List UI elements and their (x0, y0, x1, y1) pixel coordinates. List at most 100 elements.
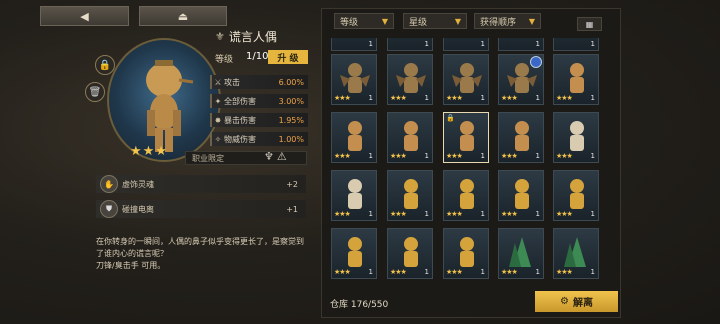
gold-item-icon (452, 235, 482, 269)
chevron-down-icon: ▼ (454, 16, 461, 26)
hero-stars: ★★★ (130, 144, 168, 159)
item-stars: ★★★ (390, 94, 407, 102)
inventory-item-card[interactable]: ★★★ 1 (387, 228, 433, 279)
item-stars: ★★★ (390, 268, 407, 276)
inventory-item-card[interactable]: 1 (443, 38, 489, 51)
item-level: 1 (480, 152, 485, 160)
inventory-item-card[interactable]: ★★★ 1 (443, 228, 489, 279)
grid-view-button[interactable]: ▦ (577, 17, 602, 31)
item-stars: ★★★ (556, 268, 573, 276)
item-level: 1 (368, 152, 373, 160)
lock-icon: 🔒 (98, 59, 112, 71)
item-stars: ★★★ (390, 152, 407, 160)
gold-item-icon (452, 177, 482, 211)
inventory-item-card[interactable]: ★★★ 1 (387, 54, 433, 105)
stat-row-attack: ⚔ 攻击 6.00% (210, 75, 308, 89)
stat-row-physical: ✧ 物威伤害 1.00% (210, 132, 308, 146)
item-stars: ★★★ (334, 94, 351, 102)
level-label: 等级 (215, 55, 234, 65)
inventory-item-card[interactable]: ★★★ 1 (553, 54, 599, 105)
level-value: 1/10 (246, 51, 269, 62)
hero-name-text: 谎言人偶 (228, 30, 277, 44)
item-stars: ★★★ (556, 210, 573, 218)
hero-description: 在你转身的一瞬间，人偶的鼻子似乎变得更长了，是察觉到了谁内心的谎言呢？ 刀锋/臭… (96, 237, 304, 270)
inventory-item-card[interactable]: ★★★ 1 (498, 170, 544, 221)
stat-value: 3.00% (278, 96, 304, 106)
item-stars: ★★★ (446, 210, 463, 218)
stat-row-all-damage: ✦ 全部伤害 3.00% (210, 94, 308, 108)
dropdown-label: 等级 (340, 17, 359, 28)
physical-icon: ✧ (214, 134, 222, 144)
inventory-item-card[interactable]: ★★★ 1 (331, 54, 377, 105)
item-level: 1 (368, 268, 373, 276)
inventory-item-card[interactable]: ★★★ 1 (443, 170, 489, 221)
item-stars: ★★★ (446, 268, 463, 276)
skill-row-2[interactable]: ⛊ 碰撞电离 +1 (96, 200, 306, 218)
dropdown-label: 获得顺序 (480, 17, 517, 28)
dismantle-icon: ⚙ (560, 296, 569, 307)
inventory-item-card[interactable]: ★★★ 1 (331, 228, 377, 279)
inventory-item-card[interactable]: ★★★ 1 (331, 112, 377, 163)
item-stars: ★★★ (446, 94, 463, 102)
sort-acquire-dropdown[interactable]: 获得顺序 ▼ (474, 13, 541, 29)
item-level: 1 (480, 210, 485, 218)
lock-button[interactable]: 🔒 (95, 55, 115, 75)
inventory-item-card[interactable]: ★★★ 1 (553, 170, 599, 221)
skill-shield-icon: ⛊ (100, 200, 118, 218)
item-stars: ★★★ (334, 268, 351, 276)
skill-row-1[interactable]: ✋ 虚饰灵魂 +2 (96, 175, 306, 193)
puppet-item-icon (340, 119, 370, 153)
inventory-item-card[interactable]: ★★★ 1 (387, 170, 433, 221)
inventory-item-card[interactable]: 1 (331, 38, 377, 51)
inventory-item-card[interactable]: ★★★ 1 (331, 170, 377, 221)
inventory-item-card[interactable]: ★★★ 1 🔒 (443, 112, 489, 163)
wing-item-icon (396, 61, 426, 95)
item-stars: ★★★ (501, 152, 518, 160)
all-damage-icon: ✦ (214, 96, 222, 106)
inventory-item-card[interactable]: ★★★ 1 (498, 112, 544, 163)
puppet-item-icon (452, 119, 482, 153)
item-level: 1 (590, 94, 595, 102)
wing-item-icon (452, 61, 482, 95)
upgrade-button[interactable]: 升 级 (268, 50, 308, 64)
item-level: 1 (535, 94, 540, 102)
inventory-item-card[interactable]: ★★★ 1 (498, 228, 544, 279)
item-level: 1 (368, 40, 373, 48)
item-stars: ★★★ (334, 210, 351, 218)
lock-icon: 🔒 (446, 114, 455, 122)
item-level: 1 (590, 152, 595, 160)
inventory-item-card[interactable]: ★★★ 1 (443, 54, 489, 105)
class-emblem-icon: ⚜ (215, 30, 225, 43)
item-stars: ★★★ (390, 210, 407, 218)
delete-button[interactable]: 🗑 (85, 82, 105, 102)
stat-value: 1.95% (278, 115, 304, 125)
inventory-item-card[interactable]: 1 (498, 38, 544, 51)
skill-name: 碰撞电离 (122, 204, 154, 214)
inventory-item-card[interactable]: ★★★ 1 (553, 112, 599, 163)
statue-item-icon (562, 119, 592, 153)
home-button[interactable]: ⏏ (139, 6, 227, 26)
new-badge-icon (530, 56, 542, 68)
inventory-item-card[interactable]: ★★★ 1 (553, 228, 599, 279)
item-level: 1 (424, 268, 429, 276)
sort-star-dropdown[interactable]: 星级 ▼ (403, 13, 467, 29)
inventory-grid[interactable]: 1 1 1 1 1 ★★★ 1 ★★★ 1 ★★★ 1 ★★★ 1 ★★★ 1 ★★★ 1 ★★★ 1 ★★★ 1 🔒 ★★… (331, 38, 609, 288)
statue-item-icon (340, 177, 370, 211)
item-stars: ★★★ (556, 94, 573, 102)
wing-item-icon (340, 61, 370, 95)
sort-level-dropdown[interactable]: 等级 ▼ (334, 13, 394, 29)
inventory-item-card[interactable]: ★★★ 1 (387, 112, 433, 163)
back-button[interactable]: ◀ (40, 6, 129, 26)
item-level: 1 (535, 152, 540, 160)
inventory-item-card[interactable]: 1 (553, 38, 599, 51)
inventory-item-card[interactable]: ★★★ 1 (498, 54, 544, 105)
inventory-item-card[interactable]: 1 (387, 38, 433, 51)
item-stars: ★★★ (446, 152, 463, 160)
item-stars: ★★★ (501, 268, 518, 276)
item-level: 1 (535, 210, 540, 218)
stat-label: 物威伤害 (224, 134, 256, 144)
dismantle-button[interactable]: ⚙ 解离 (535, 291, 618, 312)
item-stars: ★★★ (334, 152, 351, 160)
grid-icon: ▦ (585, 19, 594, 29)
job-icons: ♆⚠ (264, 150, 290, 163)
